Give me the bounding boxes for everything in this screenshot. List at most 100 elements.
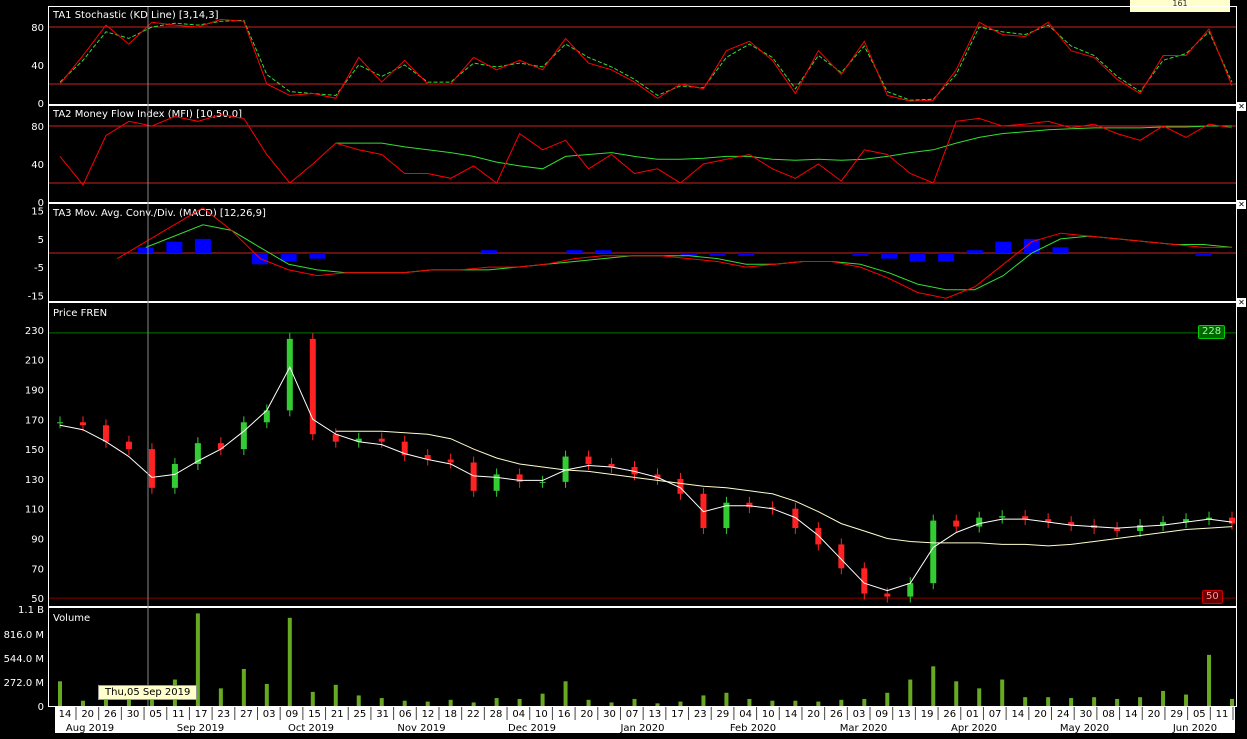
price-tick-label: 90 bbox=[31, 534, 44, 545]
macd-histogram-bar bbox=[852, 253, 869, 256]
volume-bar bbox=[1000, 679, 1005, 706]
macd-histogram-bar bbox=[566, 250, 583, 253]
x-axis-day-label: 07 bbox=[626, 709, 639, 720]
macd-histogram-bar bbox=[280, 253, 297, 262]
volume-bar bbox=[287, 617, 292, 706]
volume-bar bbox=[540, 693, 545, 706]
price-candle-body bbox=[470, 462, 477, 491]
x-axis-day-label: 30 bbox=[1080, 709, 1093, 720]
volume-bar bbox=[816, 701, 821, 706]
price-candle-body bbox=[447, 459, 454, 463]
price-candle-body bbox=[746, 502, 753, 508]
x-axis-day-label: 10 bbox=[762, 709, 775, 720]
volume-bar bbox=[356, 695, 361, 706]
volume-bar bbox=[80, 700, 85, 706]
stochastic-tick-label: 80 bbox=[31, 23, 44, 34]
x-axis-day-label: 23 bbox=[217, 709, 230, 720]
price-candle-body bbox=[217, 443, 224, 450]
price-candle-body bbox=[838, 544, 845, 569]
macd-histogram-bar bbox=[309, 253, 326, 259]
x-axis-month-label: Apr 2020 bbox=[951, 723, 997, 734]
x-axis-day-label: 19 bbox=[921, 709, 934, 720]
x-axis-day-label: 29 bbox=[1170, 709, 1183, 720]
mfi-line bbox=[59, 114, 1233, 186]
x-axis-day-label: 16 bbox=[558, 709, 571, 720]
x-axis-day-label: 31 bbox=[376, 709, 389, 720]
macd-histogram-bar bbox=[1052, 247, 1069, 253]
x-axis-day-label: 13 bbox=[648, 709, 661, 720]
volume-bar bbox=[333, 684, 338, 706]
volume-bar bbox=[862, 698, 867, 706]
volume-bar bbox=[678, 701, 683, 706]
price-candle-body bbox=[999, 516, 1006, 518]
x-axis-day-label: 13 bbox=[898, 709, 911, 720]
x-axis-day-label: 11 bbox=[1216, 709, 1229, 720]
volume-bar bbox=[701, 695, 706, 706]
macd-histogram-bar bbox=[938, 253, 955, 262]
volume-bar bbox=[908, 679, 913, 706]
stochastic-k-line bbox=[59, 18, 1233, 102]
price-candle-body bbox=[125, 441, 132, 450]
price-tick-label: 110 bbox=[25, 505, 44, 516]
x-axis-month-label: Jan 2020 bbox=[619, 723, 664, 734]
macd-histogram-bar bbox=[909, 253, 926, 262]
macd-tick-label: -5 bbox=[34, 263, 44, 274]
volume-bar bbox=[448, 699, 453, 706]
x-axis-day-label: 17 bbox=[195, 709, 208, 720]
x-axis-day-label: 06 bbox=[399, 709, 412, 720]
macd-histogram-bar bbox=[194, 238, 211, 253]
macd-histogram-bar bbox=[166, 241, 183, 253]
mfi-tick-label: 80 bbox=[31, 122, 44, 133]
x-axis-day-label: 22 bbox=[467, 709, 480, 720]
x-axis-day-label: 20 bbox=[81, 709, 94, 720]
x-axis-day-label: 05 bbox=[149, 709, 162, 720]
x-axis-day-label: 30 bbox=[603, 709, 616, 720]
price-tick-label: 190 bbox=[25, 386, 44, 397]
stochastic-tick-label: 40 bbox=[31, 61, 44, 72]
volume-bar bbox=[1161, 691, 1166, 706]
volume-bar bbox=[632, 698, 637, 706]
stochastic-tick-label: 0 bbox=[38, 99, 44, 110]
x-axis-day-label: 12 bbox=[422, 709, 435, 720]
volume-tick-label: 1.1 B bbox=[18, 605, 44, 616]
volume-bar bbox=[747, 698, 752, 706]
x-axis-month-label: Dec 2019 bbox=[508, 723, 556, 734]
x-axis-day-label: 26 bbox=[104, 709, 117, 720]
x-axis-day-label: 28 bbox=[490, 709, 503, 720]
x-axis-day-label: 03 bbox=[263, 709, 276, 720]
volume-bar bbox=[494, 698, 499, 706]
macd-histogram-bar bbox=[595, 250, 612, 253]
volume-bar bbox=[402, 700, 407, 706]
price-tick-label: 50 bbox=[31, 594, 44, 605]
volume-bar bbox=[58, 681, 62, 706]
volume-bar bbox=[885, 692, 890, 706]
x-axis-day-label: 20 bbox=[580, 709, 593, 720]
macd-histogram-bar bbox=[880, 253, 897, 259]
macd-tick-label: 5 bbox=[38, 235, 44, 246]
x-axis-day-label: 04 bbox=[739, 709, 752, 720]
price-tick-label: 130 bbox=[25, 475, 44, 486]
price-candle-body bbox=[57, 422, 63, 424]
volume-tick-label: 0 bbox=[38, 702, 44, 713]
x-axis-day-label: 21 bbox=[331, 709, 344, 720]
mfi-signal-line bbox=[335, 125, 1232, 170]
volume-bar bbox=[1046, 697, 1051, 706]
price-candle-body bbox=[953, 520, 960, 527]
macd-histogram-bar bbox=[966, 250, 983, 253]
volume-bar bbox=[954, 681, 959, 706]
price-tick-label: 70 bbox=[31, 564, 44, 575]
macd-histogram-bar bbox=[995, 241, 1012, 253]
volume-tick-label: 272.0 M bbox=[4, 678, 44, 689]
price-max-tag: 228 bbox=[1198, 325, 1226, 339]
date-tooltip: Thu,05 Sep 2019 bbox=[98, 685, 198, 700]
price-candle-body bbox=[378, 438, 385, 442]
price-candle-body bbox=[148, 449, 155, 488]
price-tick-label: 210 bbox=[25, 356, 44, 367]
price-candle-body bbox=[585, 456, 592, 464]
volume-bar bbox=[1230, 698, 1234, 706]
volume-bar bbox=[655, 703, 660, 706]
price-tick-label: 230 bbox=[25, 326, 44, 337]
x-axis-day-label: 29 bbox=[717, 709, 730, 720]
volume-bar bbox=[1115, 698, 1120, 706]
volume-bar bbox=[264, 683, 269, 706]
